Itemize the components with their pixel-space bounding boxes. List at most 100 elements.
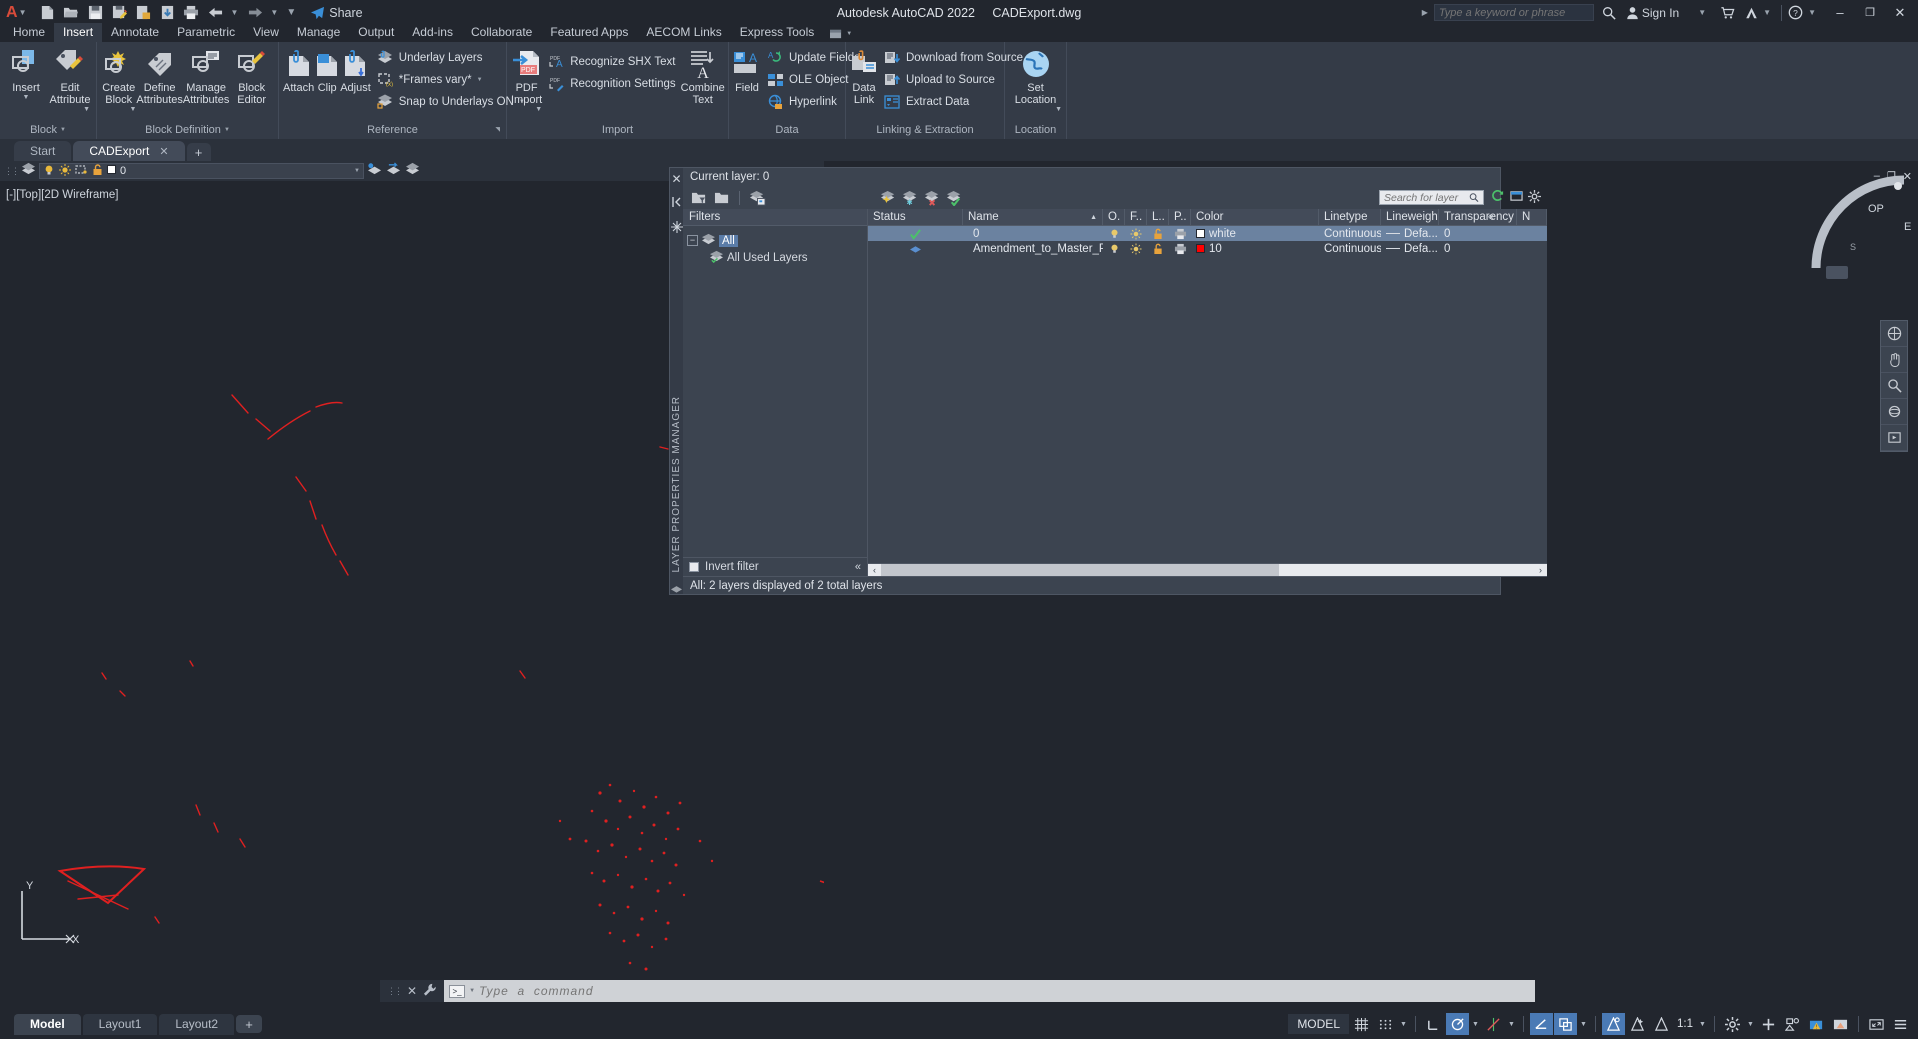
- snap-to-underlays-button[interactable]: Snap to Underlays ON ▼: [371, 91, 530, 112]
- new-icon[interactable]: [36, 3, 58, 23]
- isolate-objects-icon[interactable]: [1781, 1013, 1804, 1035]
- application-menu-chevron-icon[interactable]: ▼: [19, 8, 27, 17]
- search-button[interactable]: [1598, 6, 1620, 20]
- layer-newvp-cell[interactable]: [1517, 226, 1547, 241]
- ribbon-tab-annotate[interactable]: Annotate: [102, 23, 168, 42]
- model-space-button[interactable]: MODEL: [1288, 1014, 1349, 1034]
- invert-filter-checkbox[interactable]: [689, 562, 699, 572]
- pdf-import-button[interactable]: PDF PDF Import ▼: [511, 45, 542, 113]
- layer-vp-freeze-icon[interactable]: [75, 164, 88, 179]
- osnap-tracking-chevron-icon[interactable]: ▼: [1506, 1021, 1517, 1028]
- ribbon-tab-home[interactable]: Home: [4, 23, 54, 42]
- define-attributes-button[interactable]: Define Attributes: [136, 45, 183, 106]
- polar-tracking-icon[interactable]: [1446, 1013, 1469, 1035]
- help-button[interactable]: ? ▼: [1784, 5, 1824, 20]
- ribbon-tab-add-ins[interactable]: Add-ins: [403, 23, 462, 42]
- field-button[interactable]: A Field: [733, 45, 761, 94]
- set-location-button[interactable]: Set Location ▼: [1009, 45, 1062, 113]
- showmotion-icon[interactable]: [1881, 425, 1907, 451]
- sign-in-button[interactable]: Sign In ▼: [1622, 6, 1714, 20]
- layer-row[interactable]: 0 white Continuous Defa... 0: [868, 226, 1547, 241]
- scroll-track[interactable]: [881, 563, 1534, 576]
- layer-transparency-cell[interactable]: 0: [1439, 226, 1517, 241]
- object-snap-tracking-icon[interactable]: [1482, 1013, 1505, 1035]
- recognize-shx-text-button[interactable]: PDF A Recognize SHX Text: [542, 51, 680, 72]
- command-input[interactable]: [479, 984, 1530, 998]
- set-location-chevron-icon[interactable]: ▼: [1055, 106, 1062, 113]
- create-block-chevron-icon[interactable]: ▼: [129, 106, 136, 113]
- layer-newvp-cell[interactable]: [1517, 241, 1547, 256]
- selection-cycling-icon[interactable]: [1602, 1013, 1625, 1035]
- layout-tab-layout2[interactable]: Layout2: [159, 1013, 235, 1035]
- layer-name-cell[interactable]: Amendment_to_Master_Plan...: [963, 241, 1103, 256]
- steering-wheel-icon[interactable]: [1881, 321, 1907, 347]
- application-menu-icon[interactable]: A: [6, 4, 18, 22]
- layer-freeze-icon[interactable]: [1125, 226, 1147, 241]
- ribbon-tab-express-tools[interactable]: Express Tools: [731, 23, 823, 42]
- new-layer-vp-frozen-icon[interactable]: [901, 188, 921, 207]
- save-as-icon[interactable]: [108, 3, 130, 23]
- grid-display-icon[interactable]: [1350, 1013, 1373, 1035]
- new-layout-button[interactable]: +: [236, 1015, 263, 1033]
- layer-column-header-n[interactable]: N: [1517, 209, 1547, 225]
- filter-item-all[interactable]: − All: [687, 232, 863, 249]
- layer-color-swatch[interactable]: [107, 165, 116, 177]
- customization-icon[interactable]: [1889, 1013, 1912, 1035]
- adjust-button[interactable]: Adjust: [340, 45, 371, 94]
- search-expand-chevron-icon[interactable]: ▶: [1422, 8, 1428, 17]
- delete-layer-icon[interactable]: [923, 188, 943, 207]
- layer-color-cell[interactable]: white: [1191, 226, 1319, 241]
- refresh-icon[interactable]: [1491, 189, 1505, 206]
- insert-chevron-icon[interactable]: ▼: [23, 94, 30, 101]
- dynamic-ucs-icon[interactable]: [1650, 1013, 1673, 1035]
- scroll-thumb[interactable]: [881, 563, 1280, 576]
- polar-settings-chevron-icon[interactable]: ▼: [1470, 1021, 1481, 1028]
- settings-panel-icon[interactable]: [1510, 190, 1523, 205]
- layer-column-header-lineweight[interactable]: Lineweight: [1381, 209, 1439, 225]
- clean-screen-icon[interactable]: [1865, 1013, 1888, 1035]
- 3d-osnap-icon[interactable]: [1626, 1013, 1649, 1035]
- pdf-import-chevron-icon[interactable]: ▼: [535, 106, 542, 113]
- share-button[interactable]: Share: [310, 6, 363, 20]
- layout-tab-layout1[interactable]: Layout1: [82, 1013, 158, 1035]
- layer-linetype-cell[interactable]: Continuous: [1319, 241, 1381, 256]
- make-object-layer-current-icon[interactable]: [367, 162, 383, 181]
- layer-column-header-color[interactable]: Color: [1191, 209, 1319, 225]
- orbit-icon[interactable]: [1881, 399, 1907, 425]
- layer-freeze-sun-icon[interactable]: [59, 163, 71, 179]
- filters-collapse-icon[interactable]: «: [1488, 211, 1494, 223]
- combine-text-button[interactable]: A Combine Text: [681, 45, 725, 106]
- layer-combo-chevron-icon[interactable]: ▼: [354, 168, 360, 174]
- redo-icon[interactable]: [244, 3, 266, 23]
- undo-chevron-icon[interactable]: ▼: [230, 8, 238, 17]
- cart-button[interactable]: [1716, 6, 1739, 20]
- layer-lineweight-cell[interactable]: Defa...: [1381, 241, 1439, 256]
- layer-color-cell[interactable]: 10: [1191, 241, 1319, 256]
- sort-ascending-icon[interactable]: ▲: [1090, 214, 1097, 221]
- panel-expand-chevron-icon[interactable]: ▼: [60, 127, 66, 133]
- workspace-gear-icon[interactable]: [1721, 1013, 1744, 1035]
- lpm-bottom-icon[interactable]: [670, 582, 683, 597]
- command-input-area[interactable]: >_ ▼: [444, 980, 1535, 1002]
- ribbon-tab-view[interactable]: View: [244, 23, 288, 42]
- toolbar-grip-icon[interactable]: ⋮⋮: [4, 166, 20, 177]
- new-property-filter-icon[interactable]: [689, 188, 709, 207]
- layer-column-header-transparency[interactable]: Transparency: [1439, 209, 1517, 225]
- ribbon-tab-collaborate[interactable]: Collaborate: [462, 23, 541, 42]
- doc-tab-close-icon[interactable]: ✕: [159, 145, 168, 158]
- frames-vary-chevron-icon[interactable]: ▼: [477, 77, 483, 83]
- layer-on-icon[interactable]: [43, 164, 55, 179]
- layer-status-icon[interactable]: [868, 226, 963, 241]
- layer-lock-icon[interactable]: [1147, 226, 1169, 241]
- workspace-chevron-icon[interactable]: ▼: [1745, 1021, 1756, 1028]
- layer-transparency-cell[interactable]: 0: [1439, 241, 1517, 256]
- layer-previous-icon[interactable]: [386, 161, 402, 181]
- recognition-settings-button[interactable]: PDF Recognition Settings: [542, 73, 680, 94]
- layer-freeze-icon[interactable]: [1125, 241, 1147, 256]
- layer-row[interactable]: Amendment_to_Master_Plan... 10 Continuous D…: [868, 241, 1547, 256]
- invert-collapse-icon[interactable]: «: [855, 561, 861, 573]
- layer-states-manager-icon[interactable]: [747, 188, 767, 207]
- open-icon[interactable]: [60, 3, 82, 23]
- hardware-accel-icon[interactable]: [1757, 1013, 1780, 1035]
- data-link-button[interactable]: Data Link: [850, 45, 878, 106]
